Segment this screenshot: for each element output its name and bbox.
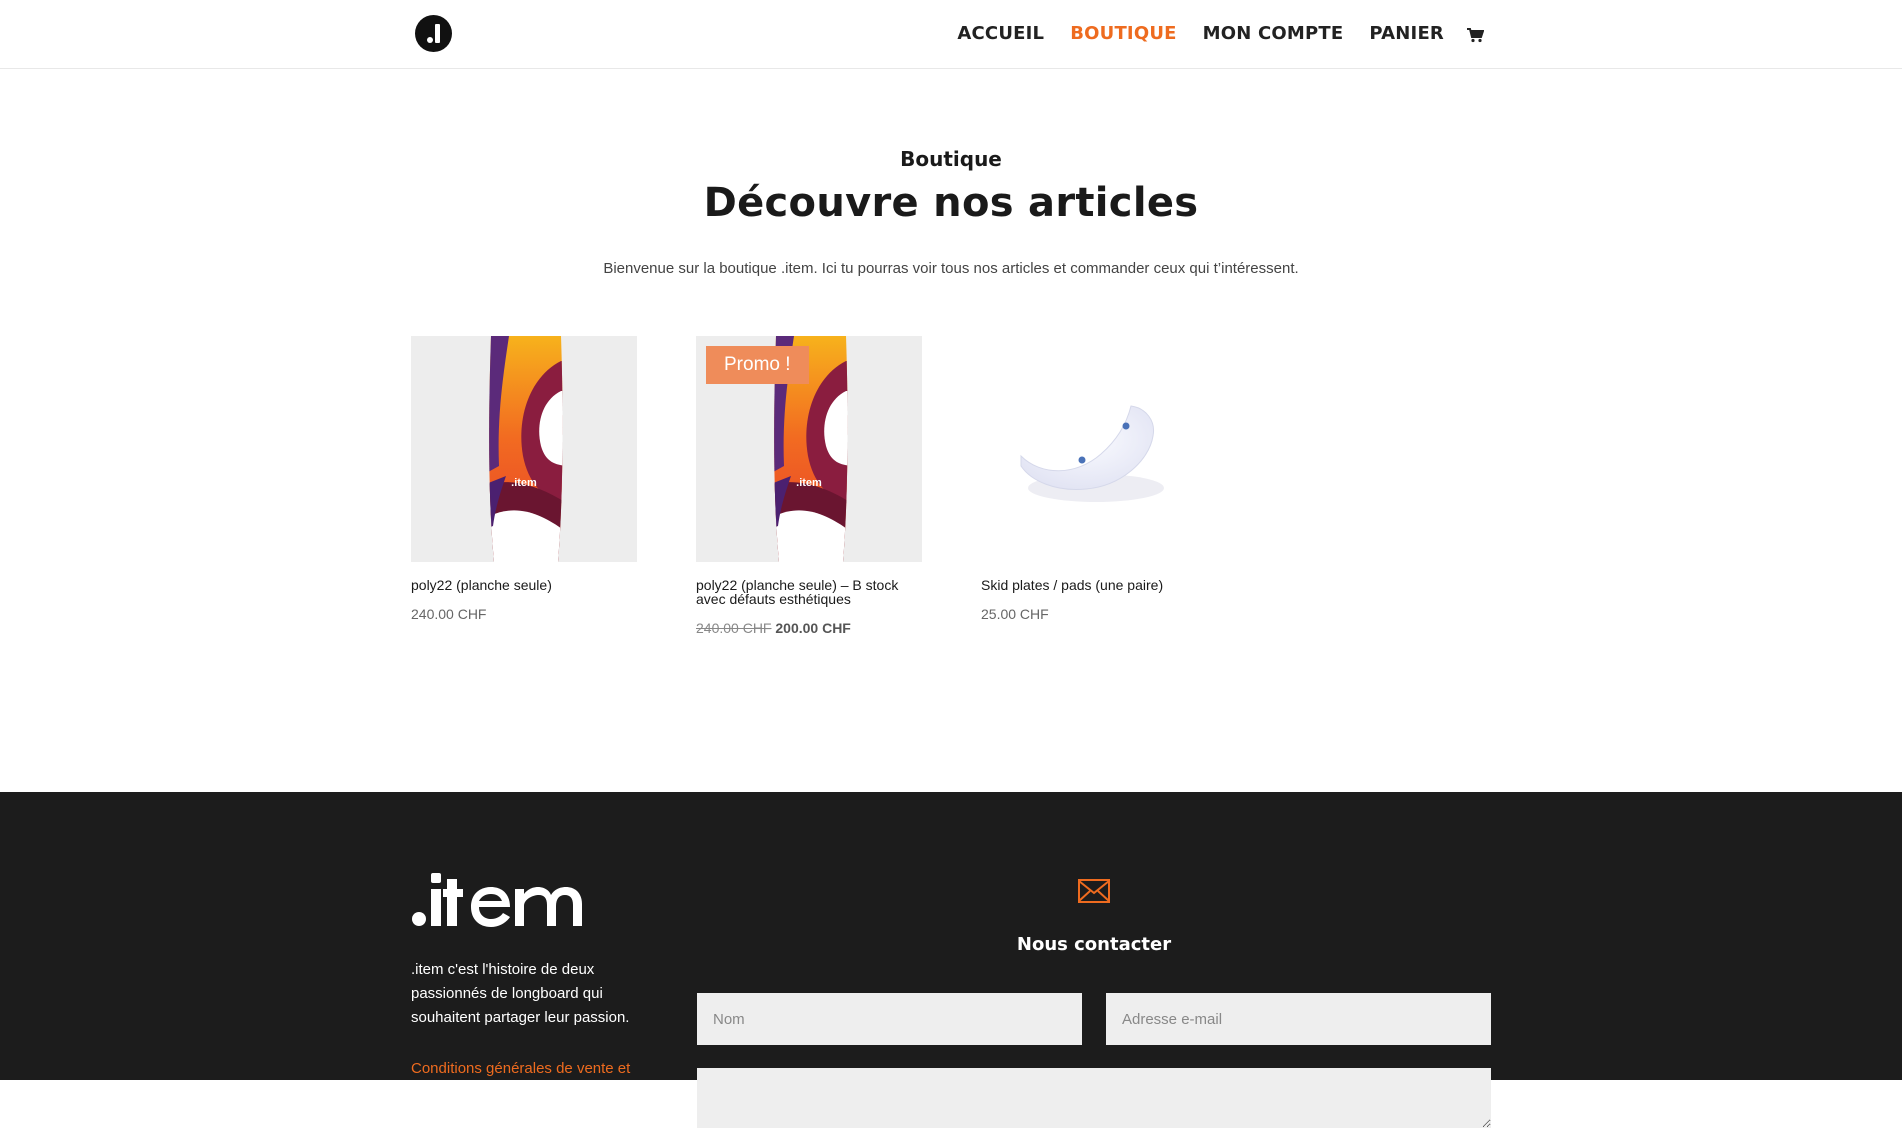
longboard-image: .item — [489, 336, 563, 562]
site-header: ACCUEIL BOUTIQUE MON COMPTE PANIER — [0, 0, 1902, 69]
site-footer: .item c'est l'histoire de deux passionné… — [0, 792, 1902, 1128]
terms-link[interactable]: Conditions générales de vente et — [411, 1060, 651, 1077]
site-logo[interactable] — [415, 15, 452, 52]
old-price: 240.00 CHF — [696, 620, 772, 636]
product-card[interactable]: .item poly22 (planche seule) 240.00 CHF — [411, 336, 637, 622]
product-card[interactable]: Skid plates / pads (une paire) 25.00 CHF — [981, 336, 1207, 622]
page-intro-text: Bienvenue sur la boutique .item. Ici tu … — [603, 260, 1299, 277]
sale-price: 200.00 CHF — [775, 620, 851, 636]
product-name[interactable]: poly22 (planche seule) — [411, 578, 637, 592]
main-nav: ACCUEIL BOUTIQUE MON COMPTE PANIER — [931, 22, 1484, 46]
product-price: 240.00 CHF — [411, 606, 487, 622]
product-image[interactable]: .item — [411, 336, 637, 562]
contact-title: Nous contacter — [1016, 934, 1172, 955]
logo-bar — [435, 24, 440, 43]
nav-panier[interactable]: PANIER — [1369, 22, 1444, 46]
footer-description: .item c'est l'histoire de deux passionné… — [411, 961, 630, 1026]
skid-plate-image — [1020, 405, 1164, 502]
product-price: 240.00 CHF 200.00 CHF — [696, 620, 922, 636]
envelope-icon — [1078, 879, 1110, 903]
page-title: Découvre nos articles — [703, 180, 1199, 226]
nav-boutique[interactable]: BOUTIQUE — [1070, 22, 1176, 46]
name-field[interactable] — [697, 993, 1082, 1045]
promo-badge: Promo ! — [706, 346, 809, 384]
svg-text:.item: .item — [511, 477, 537, 489]
product-name[interactable]: Skid plates / pads (une paire) — [981, 578, 1207, 592]
product-image[interactable] — [981, 336, 1207, 562]
nav-mon-compte[interactable]: MON COMPTE — [1203, 22, 1344, 46]
page-subtitle: Boutique — [900, 147, 1002, 171]
footer-logo — [412, 873, 582, 927]
logo-dot — [427, 37, 433, 43]
product-image[interactable]: .item Promo ! — [696, 336, 922, 562]
email-field[interactable] — [1106, 993, 1491, 1045]
cart-icon[interactable] — [1466, 26, 1484, 44]
svg-text:.item: .item — [796, 477, 822, 489]
product-card[interactable]: .item Promo ! poly22 (planche seule) – B… — [696, 336, 922, 636]
product-name[interactable]: poly22 (planche seule) – B stock avec dé… — [696, 578, 922, 606]
message-field[interactable] — [697, 1068, 1491, 1128]
product-price: 25.00 CHF — [981, 606, 1049, 622]
nav-accueil[interactable]: ACCUEIL — [957, 22, 1044, 46]
